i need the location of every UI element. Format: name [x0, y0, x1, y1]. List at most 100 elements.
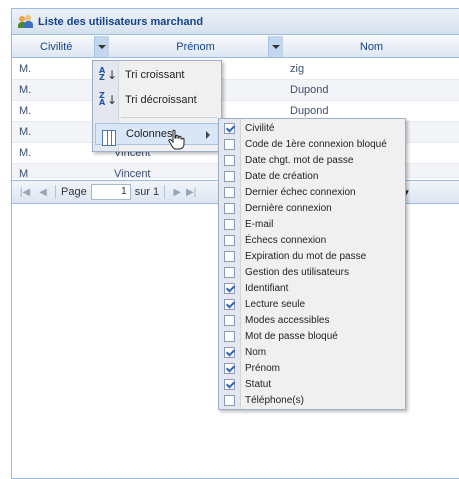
column-option-label: Expiration du mot de passe	[245, 251, 367, 262]
column-option[interactable]: Code de 1ère connexion bloqué	[219, 137, 405, 153]
menu-item-label: Tri décroissant	[125, 94, 197, 106]
menu-item-label: Colonnes	[126, 128, 173, 140]
column-option[interactable]: Modes accessibles	[219, 313, 405, 329]
column-option-label: Date de création	[245, 171, 319, 182]
column-option[interactable]: Expiration du mot de passe	[219, 249, 405, 265]
column-option[interactable]: Dernier échec connexion	[219, 185, 405, 201]
panel-header: Liste des utilisateurs marchand	[12, 9, 459, 35]
menu-item-columns[interactable]: Colonnes	[95, 123, 219, 146]
column-header-civilite[interactable]: Civilité	[12, 36, 109, 58]
menu-item-label: Tri croissant	[125, 69, 185, 81]
checkbox-unchecked-icon[interactable]	[224, 331, 235, 342]
column-option[interactable]: Dernière connexion	[219, 201, 405, 217]
column-label-nom: Nom	[359, 41, 384, 53]
column-option[interactable]: Prénom	[219, 361, 405, 377]
column-option-label: Civilité	[245, 123, 275, 134]
prev-page-icon[interactable]: ◀	[36, 187, 50, 198]
table-row[interactable]: M. Dupond	[12, 80, 459, 101]
submenu-arrow-icon	[206, 131, 210, 139]
checkbox-checked-icon[interactable]	[224, 347, 235, 358]
column-option-label: E-mail	[245, 219, 274, 230]
cell-civilite: M.	[19, 126, 32, 138]
checkbox-unchecked-icon[interactable]	[224, 235, 235, 246]
column-header-nom[interactable]: Nom	[283, 36, 459, 58]
column-label-prenom: Prénom	[176, 41, 215, 53]
column-header-menu: A Z ↓ Tri croissant Z A ↓ Tri décroissant Co…	[92, 60, 222, 152]
columns-icon	[102, 130, 116, 146]
column-option-label: Prénom	[245, 363, 281, 374]
checkbox-checked-icon[interactable]	[224, 299, 235, 310]
checkbox-checked-icon[interactable]	[224, 123, 235, 134]
checkbox-unchecked-icon[interactable]	[224, 219, 235, 230]
first-page-icon[interactable]: |◀	[18, 187, 32, 198]
checkbox-unchecked-icon[interactable]	[224, 395, 235, 406]
cell-nom: zig	[290, 63, 305, 75]
checkbox-unchecked-icon[interactable]	[224, 267, 235, 278]
menu-item-sort-asc[interactable]: A Z ↓ Tri croissant	[93, 63, 221, 87]
column-menu-trigger-civilite[interactable]	[94, 36, 108, 57]
page-count-label: sur 1	[134, 186, 160, 198]
column-option-label: Date chgt. mot de passe	[245, 155, 354, 166]
column-option-label: Nom	[245, 347, 267, 358]
column-option[interactable]: Mot de passe bloqué	[219, 329, 405, 345]
column-option[interactable]: Échecs connexion	[219, 233, 405, 249]
checkbox-unchecked-icon[interactable]	[224, 315, 235, 326]
column-option[interactable]: Nom	[219, 345, 405, 361]
column-option[interactable]: Statut	[219, 377, 405, 393]
sort-descending-icon: Z A ↓	[99, 91, 118, 108]
checkbox-checked-icon[interactable]	[224, 283, 235, 294]
cell-civilite: M.	[19, 147, 32, 159]
column-option[interactable]: Date de création	[219, 169, 405, 185]
column-option-label: Code de 1ère connexion bloqué	[245, 139, 387, 150]
last-page-icon[interactable]: ▶|	[184, 187, 198, 198]
checkbox-checked-icon[interactable]	[224, 379, 235, 390]
grid-column-header: Civilité Prénom Nom	[12, 36, 459, 58]
hand-cursor-icon	[168, 129, 185, 150]
column-menu-trigger-prenom[interactable]	[268, 36, 282, 57]
column-option[interactable]: Date chgt. mot de passe	[219, 153, 405, 169]
columns-submenu: Civilité Code de 1ère connexion bloqué Dat…	[218, 118, 406, 410]
column-option-label: Lecture seule	[245, 299, 306, 310]
menu-separator	[121, 117, 217, 118]
table-row[interactable]: M. zig	[12, 59, 459, 80]
menu-item-sort-desc[interactable]: Z A ↓ Tri décroissant	[93, 88, 221, 112]
column-option[interactable]: Identifiant	[219, 281, 405, 297]
sort-ascending-icon: A Z ↓	[99, 66, 118, 83]
column-option[interactable]: Téléphone(s)	[219, 393, 405, 409]
cell-civilite: M.	[19, 84, 32, 96]
column-option-label: Téléphone(s)	[245, 395, 304, 406]
column-option-label: Identifiant	[245, 283, 289, 294]
page-label: Page	[61, 186, 87, 198]
checkbox-unchecked-icon[interactable]	[224, 187, 235, 198]
column-option-label: Dernier échec connexion	[245, 187, 356, 198]
column-option-label: Modes accessibles	[245, 315, 330, 326]
column-option-label: Dernière connexion	[245, 203, 332, 214]
column-option-label: Statut	[245, 379, 272, 390]
column-option[interactable]: Civilité	[219, 121, 405, 137]
next-page-icon[interactable]: ▶	[170, 187, 184, 198]
cell-civilite: M.	[19, 105, 32, 117]
column-header-prenom[interactable]: Prénom	[109, 36, 283, 58]
cell-civilite: M	[19, 168, 29, 178]
panel-title: Liste des utilisateurs marchand	[38, 15, 204, 28]
toolbar-separator	[55, 185, 56, 199]
column-option-label: Échecs connexion	[245, 235, 327, 246]
cell-prenom: Vincent	[114, 168, 151, 178]
column-option[interactable]: E-mail	[219, 217, 405, 233]
checkbox-unchecked-icon[interactable]	[224, 139, 235, 150]
column-option-label: Gestion des utilisateurs	[245, 267, 349, 278]
column-option-label: Mot de passe bloqué	[245, 331, 338, 342]
checkbox-unchecked-icon[interactable]	[224, 203, 235, 214]
checkbox-unchecked-icon[interactable]	[224, 171, 235, 182]
cell-civilite: M.	[19, 63, 32, 75]
checkbox-checked-icon[interactable]	[224, 363, 235, 374]
checkbox-unchecked-icon[interactable]	[224, 251, 235, 262]
page-number-input[interactable]: 1	[90, 184, 131, 200]
column-label-civilite: Civilité	[40, 41, 73, 53]
column-option[interactable]: Lecture seule	[219, 297, 405, 313]
toolbar-separator	[164, 185, 166, 199]
column-option[interactable]: Gestion des utilisateurs	[219, 265, 405, 281]
checkbox-unchecked-icon[interactable]	[224, 155, 235, 166]
users-icon	[18, 14, 34, 29]
cell-nom: Dupond	[290, 84, 329, 96]
